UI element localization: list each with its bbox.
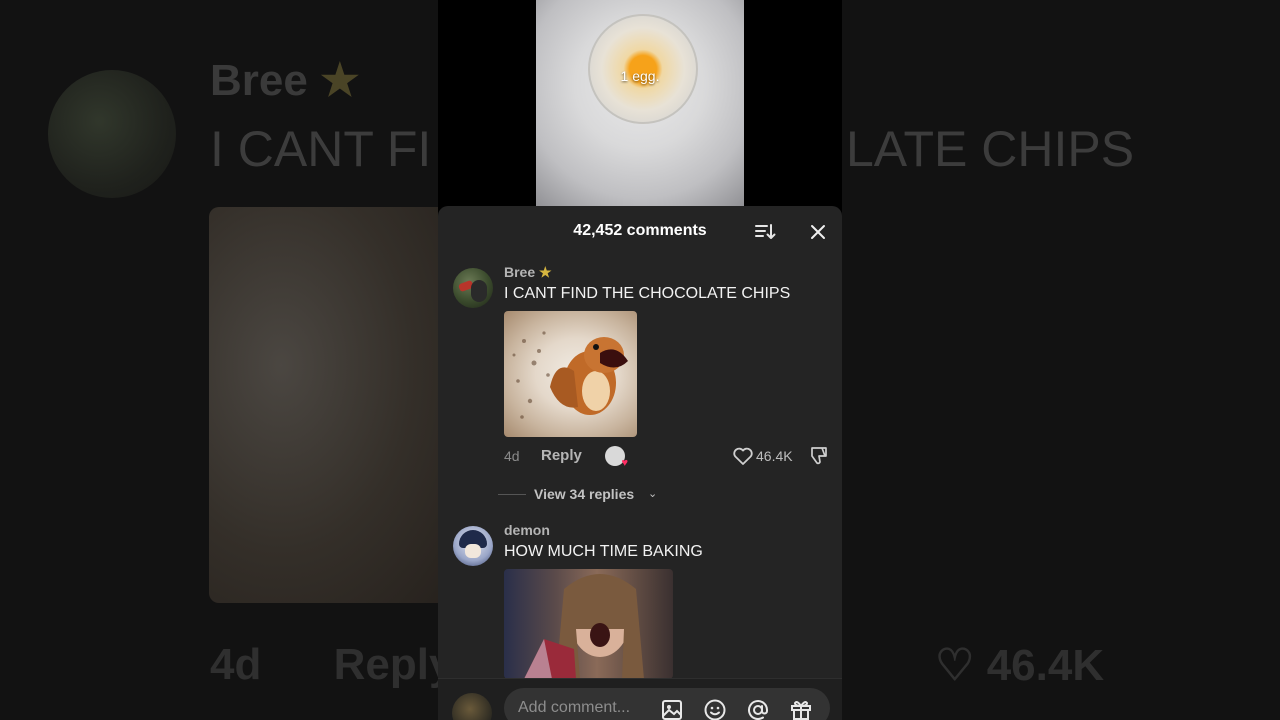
video-player[interactable]: 1 egg. <box>536 0 744 210</box>
comment-composer <box>438 678 842 720</box>
chevron-down-icon: ⌄ <box>648 488 658 500</box>
my-avatar <box>452 693 492 720</box>
comment-input-container[interactable] <box>504 688 830 720</box>
emoji-icon[interactable] <box>703 698 727 720</box>
image-icon[interactable] <box>660 698 684 720</box>
background-meta-left: 4d Reply <box>210 640 453 690</box>
comment-count: 42,452 comments <box>573 222 707 239</box>
squirrel-gif[interactable] <box>504 311 637 437</box>
comment-username[interactable]: Bree ★ <box>504 264 552 281</box>
dislike-icon[interactable] <box>808 446 830 466</box>
heart-badge-icon: ♥ <box>621 457 628 469</box>
view-replies-label[interactable]: View 34 replies <box>534 486 634 502</box>
video-caption: 1 egg. <box>620 68 660 84</box>
squirrel-illustration <box>512 331 628 419</box>
background-meta-right: ♡ 46.4K <box>935 640 1104 691</box>
avatar[interactable] <box>453 526 493 566</box>
background-star-icon: ★ <box>320 56 360 105</box>
background-comment-text-right: LATE CHIPS <box>846 121 1135 177</box>
username-text[interactable]: Bree <box>504 264 535 280</box>
background-username: Bree ★ <box>210 55 360 106</box>
background-username-text: Bree <box>210 56 308 105</box>
background-comment-image <box>209 207 449 603</box>
view-replies-button[interactable]: View 34 replies ⌄ <box>498 486 758 506</box>
comments-header: 42,452 comments <box>438 206 842 256</box>
comment-input[interactable] <box>518 696 648 720</box>
replies-divider <box>498 494 526 495</box>
comments-sheet: 42,452 comments Bree ★ I CANT FIND THE C… <box>438 206 842 720</box>
like-count: 46.4K <box>756 448 793 464</box>
background-reply: Reply <box>333 640 454 689</box>
heart-icon[interactable] <box>732 446 754 466</box>
creator-liked-avatar: ♥ <box>605 446 628 469</box>
background-heart-icon: ♡ <box>935 641 975 690</box>
background-comment-text-left: I CANT FI <box>210 121 432 177</box>
phone-screen: 1 egg. 42,452 comments Bree ★ I CANT FIN… <box>438 0 842 720</box>
comment-time: 4d <box>504 448 520 464</box>
background-avatar <box>48 70 176 198</box>
reply-button[interactable]: Reply <box>541 447 582 464</box>
star-icon: ★ <box>539 264 552 280</box>
gift-icon[interactable] <box>789 698 813 720</box>
sort-icon[interactable] <box>754 222 776 242</box>
avatar[interactable] <box>453 268 493 308</box>
background-likes: 46.4K <box>986 641 1105 690</box>
girl-illustration <box>524 574 644 679</box>
background-time: 4d <box>210 640 262 689</box>
comment-text: HOW MUCH TIME BAKING <box>504 543 703 560</box>
comment-meta: 4d Reply ♥ 46.4K <box>504 446 834 469</box>
mention-icon[interactable] <box>746 698 770 720</box>
comment-username[interactable]: demon <box>504 522 550 538</box>
screaming-girl-gif[interactable] <box>504 569 673 679</box>
comment-text: I CANT FIND THE CHOCOLATE CHIPS <box>504 285 791 302</box>
close-icon[interactable] <box>808 222 828 242</box>
